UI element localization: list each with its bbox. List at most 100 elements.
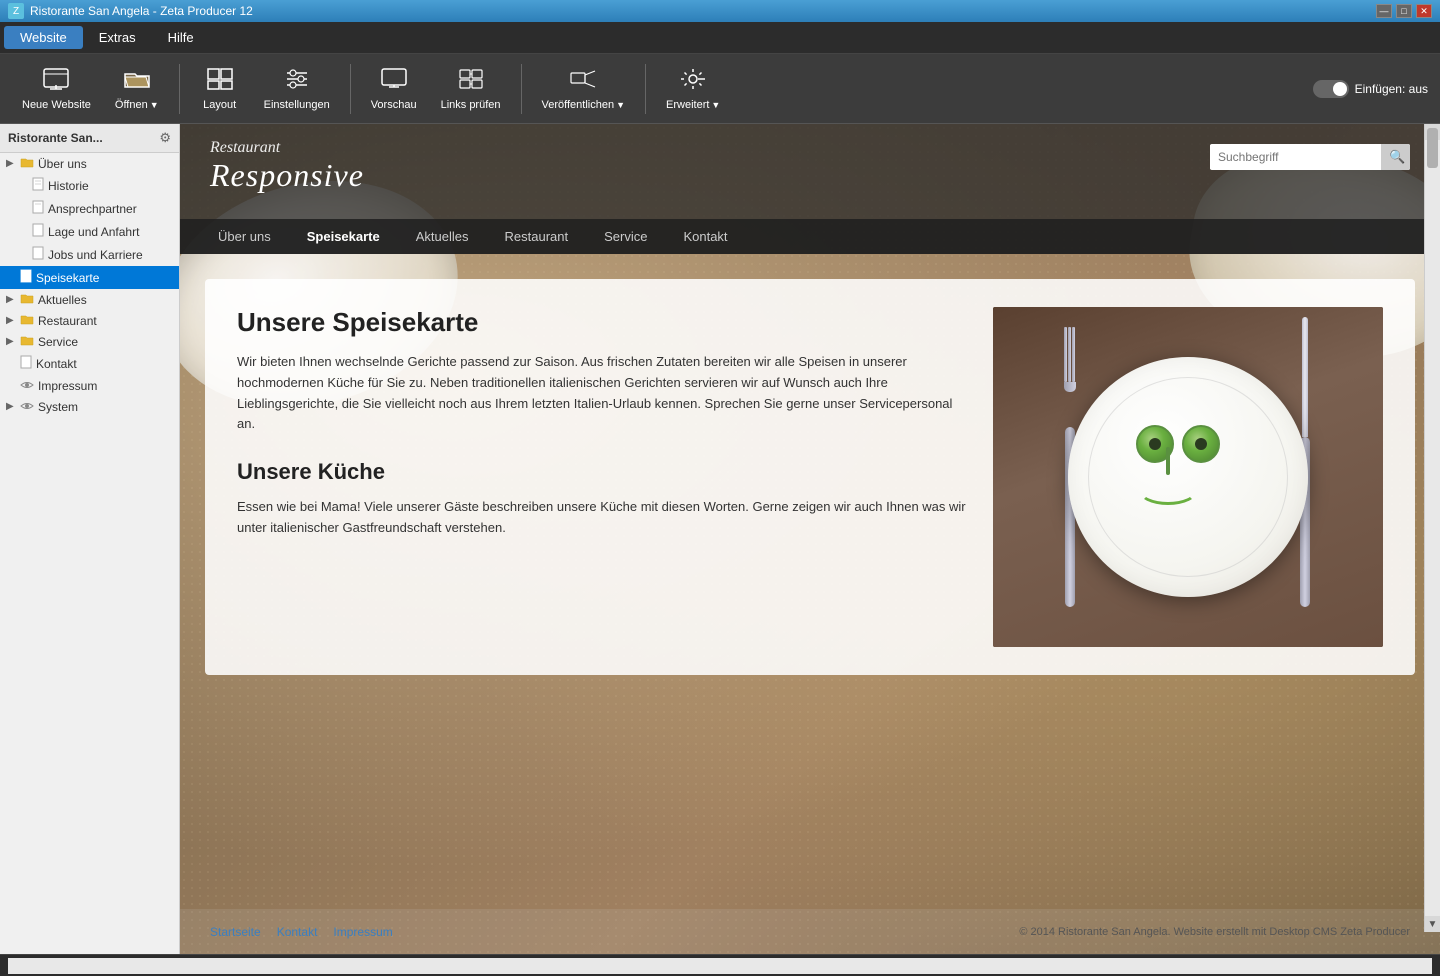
window-title: Ristorante San Angela - Zeta Producer 12: [30, 4, 253, 18]
content-area: Restaurant Responsive 🔍 Über uns Speisek…: [180, 124, 1440, 954]
card-food-image: [993, 307, 1383, 647]
footer-link-kontakt[interactable]: Kontakt: [277, 925, 318, 939]
neue-website-label: Neue Website: [22, 99, 91, 111]
scrollbar-vertical[interactable]: ▲ ▼: [1424, 124, 1440, 932]
menu-hilfe[interactable]: Hilfe: [152, 26, 210, 49]
cucumber-smile: [1138, 475, 1198, 505]
nav-kontakt[interactable]: Kontakt: [665, 219, 745, 254]
sidebar-item-historie[interactable]: Historie: [0, 174, 179, 197]
toolbar-veroeffentlichen[interactable]: Veröffentlichen ▼: [532, 61, 636, 117]
eye-icon: [20, 378, 34, 393]
insert-toggle[interactable]: Einfügen: aus: [1313, 80, 1428, 98]
status-bar: [0, 954, 1440, 976]
veroeffentlichen-arrow: ▼: [616, 100, 625, 110]
toolbar-sep-3: [521, 64, 522, 114]
sidebar-item-label: Über uns: [38, 157, 87, 171]
pupil-left: [1149, 438, 1161, 450]
minimize-button[interactable]: —: [1376, 4, 1392, 18]
toolbar-links-pruefen[interactable]: Links prüfen: [431, 61, 511, 117]
card-body-2: Essen wie bei Mama! Viele unserer Gäste …: [237, 497, 969, 539]
logo-line2: Responsive: [210, 157, 364, 194]
toggle-switch[interactable]: [1313, 80, 1349, 98]
title-bar: Z Ristorante San Angela - Zeta Producer …: [0, 0, 1440, 22]
folder-icon: [20, 292, 34, 307]
menu-extras[interactable]: Extras: [83, 26, 152, 49]
sidebar-title: Ristorante San...: [8, 131, 103, 145]
footer-copyright: © 2014 Ristorante San Angela. Website er…: [1019, 926, 1410, 938]
toolbar-neue-website[interactable]: Neue Website: [12, 61, 101, 117]
sidebar: Ristorante San... ⚙ ▶ Über uns Historie …: [0, 124, 180, 954]
knife-blade: [1302, 317, 1308, 437]
sidebar-item-speisekarte[interactable]: Speisekarte: [0, 266, 179, 289]
nav-restaurant[interactable]: Restaurant: [487, 219, 587, 254]
window-controls: — □ ✕: [1376, 4, 1432, 18]
scrollbar-horizontal[interactable]: [8, 958, 1432, 974]
toolbar-vorschau[interactable]: Vorschau: [361, 61, 427, 117]
sidebar-item-label: Historie: [48, 179, 89, 193]
expand-icon: ▶: [6, 158, 16, 169]
layout-label: Layout: [203, 99, 236, 111]
nav-speisekarte[interactable]: Speisekarte: [289, 219, 398, 254]
toolbar-sep-2: [350, 64, 351, 114]
maximize-button[interactable]: □: [1396, 4, 1412, 18]
page-icon-selected: [20, 269, 32, 286]
card-heading-1: Unsere Speisekarte: [237, 307, 969, 338]
sidebar-item-jobs-karriere[interactable]: Jobs und Karriere: [0, 243, 179, 266]
sidebar-item-lage-anfahrt[interactable]: Lage und Anfahrt: [0, 220, 179, 243]
toolbar-erweitert[interactable]: Erweitert ▼: [656, 61, 730, 117]
footer-link-impressum[interactable]: Impressum: [333, 925, 392, 939]
sidebar-item-label: Speisekarte: [36, 271, 99, 285]
site-search[interactable]: 🔍: [1210, 144, 1410, 170]
sidebar-item-label: Service: [38, 335, 78, 349]
pupil-right: [1195, 438, 1207, 450]
scroll-down-button[interactable]: ▼: [1425, 916, 1440, 932]
nav-service[interactable]: Service: [586, 219, 665, 254]
expand-icon: ▶: [6, 336, 16, 347]
sidebar-item-uber-uns[interactable]: ▶ Über uns: [0, 153, 179, 174]
site-header: Restaurant Responsive 🔍 Über uns Speisek…: [180, 124, 1440, 254]
erweitert-arrow: ▼: [711, 100, 720, 110]
toolbar-einstellungen[interactable]: Einstellungen: [254, 61, 340, 117]
plate: [1068, 357, 1308, 597]
toggle-knob: [1333, 82, 1347, 96]
sidebar-item-service[interactable]: ▶ Service: [0, 331, 179, 352]
website-preview: Restaurant Responsive 🔍 Über uns Speisek…: [180, 124, 1440, 954]
sidebar-item-label: Aktuelles: [38, 293, 87, 307]
page-icon: [32, 223, 44, 240]
nav-aktuelles[interactable]: Aktuelles: [398, 219, 487, 254]
sidebar-item-label: Impressum: [38, 379, 97, 393]
page-icon: [20, 355, 32, 372]
scroll-thumb[interactable]: [1427, 128, 1438, 168]
search-button-site[interactable]: 🔍: [1381, 144, 1410, 170]
layout-icon: [206, 67, 234, 95]
einstellungen-label: Einstellungen: [264, 99, 330, 111]
sidebar-item-aktuelles[interactable]: ▶ Aktuelles: [0, 289, 179, 310]
veroeffentlichen-label: Veröffentlichen: [542, 99, 615, 111]
sidebar-item-label: Ansprechpartner: [48, 202, 137, 216]
card-body-1: Wir bieten Ihnen wechselnde Gerichte pas…: [237, 352, 969, 435]
footer-link-startseite[interactable]: Startseite: [210, 925, 261, 939]
toolbar-layout[interactable]: Layout: [190, 61, 250, 117]
menu-website[interactable]: Website: [4, 26, 83, 49]
toolbar-oeffnen[interactable]: Öffnen ▼: [105, 61, 169, 117]
close-button[interactable]: ✕: [1416, 4, 1432, 18]
site-logo: Restaurant Responsive: [210, 139, 364, 194]
search-input-site[interactable]: [1210, 145, 1381, 169]
erweitert-label: Erweitert: [666, 99, 709, 111]
sidebar-item-label: Lage und Anfahrt: [48, 225, 139, 239]
sidebar-item-restaurant[interactable]: ▶ Restaurant: [0, 310, 179, 331]
sidebar-item-kontakt[interactable]: Kontakt: [0, 352, 179, 375]
sidebar-item-system[interactable]: ▶ System: [0, 396, 179, 417]
folder-icon: [20, 334, 34, 349]
app-icon: Z: [8, 3, 24, 19]
nav-uber-uns[interactable]: Über uns: [200, 219, 289, 254]
toolbar-sep-1: [179, 64, 180, 114]
menu-bar: Website Extras Hilfe: [0, 22, 1440, 54]
sidebar-item-impressum[interactable]: Impressum: [0, 375, 179, 396]
sidebar-item-label: Jobs und Karriere: [48, 248, 143, 262]
oeffnen-label: Öffnen: [115, 99, 148, 111]
sidebar-gear-icon[interactable]: ⚙: [159, 130, 171, 146]
card-heading-2: Unsere Küche: [237, 459, 969, 485]
sidebar-item-ansprechpartner[interactable]: Ansprechpartner: [0, 197, 179, 220]
sidebar-item-label: Kontakt: [36, 357, 77, 371]
